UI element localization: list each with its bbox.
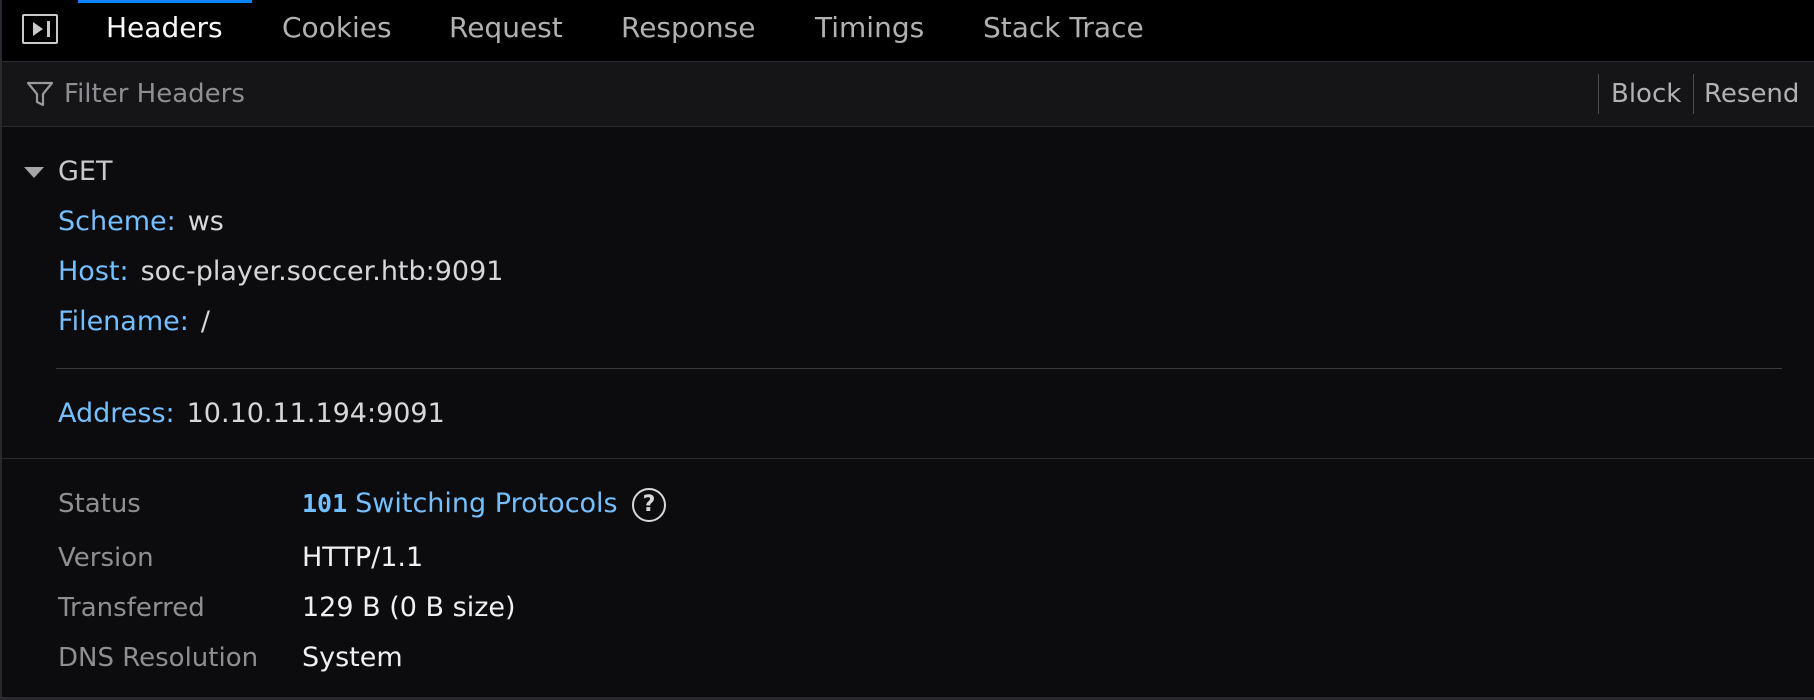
scheme-row: Scheme: ws (58, 205, 224, 239)
question-circle-icon[interactable]: ? (632, 488, 666, 522)
toolbar-separator (1598, 74, 1599, 114)
toolbar-separator (1693, 74, 1694, 114)
tab-cookies[interactable]: Cookies (282, 0, 392, 58)
address-label: Address: (58, 398, 175, 429)
scheme-value: ws (187, 206, 224, 237)
filename-label: Filename: (58, 306, 189, 337)
status-text: Switching Protocols (355, 488, 618, 519)
address-value: 10.10.11.194:9091 (186, 398, 445, 429)
status-value: 101 Switching Protocols (302, 487, 618, 521)
tab-headers[interactable]: Headers (106, 0, 223, 58)
section-separator (2, 458, 1814, 459)
request-method[interactable]: GET (58, 155, 112, 189)
block-button[interactable]: Block (1611, 74, 1681, 114)
filename-value: / (200, 306, 210, 337)
tab-request[interactable]: Request (449, 0, 563, 58)
tab-stack-trace[interactable]: Stack Trace (983, 0, 1144, 58)
host-row: Host: soc-player.soccer.htb:9091 (58, 255, 503, 289)
divider (56, 368, 1782, 369)
filename-row: Filename: / (58, 305, 210, 339)
scheme-label: Scheme: (58, 206, 176, 237)
sidebar-toggle-icon[interactable] (22, 14, 58, 44)
dns-resolution-label: DNS Resolution (58, 643, 259, 673)
funnel-icon (26, 81, 54, 107)
status-label: Status (58, 489, 141, 519)
tab-bar: Headers Cookies Request Response Timings… (2, 0, 1814, 62)
resend-button[interactable]: Resend (1704, 74, 1799, 114)
tab-response[interactable]: Response (621, 0, 755, 58)
address-row: Address: 10.10.11.194:9091 (58, 397, 445, 431)
tab-timings[interactable]: Timings (815, 0, 924, 58)
transferred-label: Transferred (58, 593, 205, 623)
network-details-panel: Headers Cookies Request Response Timings… (0, 0, 1814, 700)
transferred-value: 129 B (0 B size) (302, 592, 516, 623)
headers-toolbar: Block Resend (2, 62, 1814, 127)
host-label: Host: (58, 256, 129, 287)
status-code: 101 (302, 489, 348, 518)
version-value: HTTP/1.1 (302, 542, 424, 573)
host-value: soc-player.soccer.htb:9091 (140, 256, 504, 287)
version-label: Version (58, 543, 154, 573)
triangle-down-icon[interactable] (24, 167, 44, 178)
dns-resolution-value: System (302, 642, 403, 673)
filter-headers-input[interactable] (64, 74, 1564, 114)
